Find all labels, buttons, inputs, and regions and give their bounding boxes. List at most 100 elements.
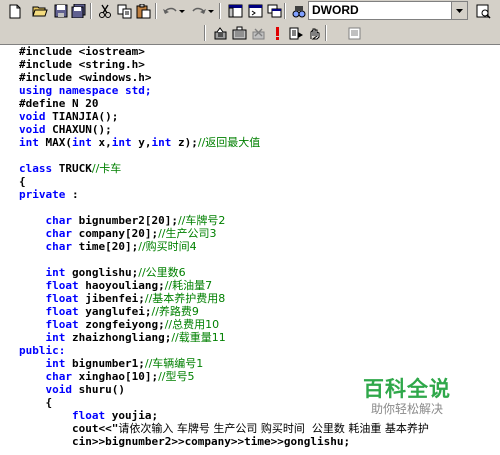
code-line[interactable]: float haoyouliang;//耗油量7 [19, 279, 429, 292]
code-line[interactable]: class TRUCK//卡车 [19, 162, 429, 175]
redo-icon[interactable] [189, 2, 215, 20]
code-text: #include <windows.h> [19, 71, 152, 84]
code-text: yanglufei; [78, 305, 152, 318]
code-line[interactable]: int zhaizhongliang;//载重量11 [19, 331, 429, 344]
code-line[interactable] [19, 149, 429, 162]
code-line[interactable]: void TIANJIA(); [19, 110, 429, 123]
code-comment: //车辆编号1 [144, 357, 204, 370]
code-text: #define N 20 [19, 97, 99, 110]
code-line[interactable]: int bignumber1;//车辆编号1 [19, 357, 429, 370]
code-line[interactable]: #include <windows.h> [19, 71, 429, 84]
undo-icon[interactable] [160, 2, 186, 20]
watermark-subtitle: 助你轻松解决 [371, 402, 444, 416]
code-line[interactable]: char time[20];//购买时间4 [19, 240, 429, 253]
code-line[interactable] [19, 253, 429, 266]
chevron-down-icon[interactable] [451, 2, 467, 19]
code-line[interactable]: int MAX(int x,int y,int z);//返回最大值 [19, 136, 429, 149]
code-line[interactable]: float yanglufei;//养路费9 [19, 305, 429, 318]
code-comment: //购买时间4 [138, 240, 197, 253]
code-text: bignumber1; [65, 357, 145, 370]
find-combo-box[interactable]: DWORD [308, 1, 468, 20]
code-line[interactable]: void CHAXUN(); [19, 123, 429, 136]
toolbar-separator [284, 3, 286, 19]
toolbar-area: DWORD [0, 0, 500, 45]
compile-icon[interactable] [211, 24, 229, 42]
code-line[interactable]: public: [19, 344, 429, 357]
open-folder-icon[interactable] [31, 2, 49, 20]
find-in-files-icon[interactable] [290, 2, 308, 20]
code-line[interactable]: float jibenfei;//基本养护费用8 [19, 292, 429, 305]
window-list-icon[interactable] [265, 2, 283, 20]
code-text: cin>>bignumber2>>company>>time>>gonglish… [19, 435, 351, 448]
code-text: z); [171, 136, 198, 149]
code-comment: //公里数6 [138, 266, 186, 279]
code-comment: //耗油量7 [164, 279, 213, 292]
code-text: haoyouliang; [78, 279, 165, 292]
code-line[interactable]: using namespace std; [19, 84, 429, 97]
code-line[interactable]: cin>>bignumber2>>company>>time>>gonglish… [19, 435, 429, 448]
code-keyword: char [45, 370, 73, 383]
code-keyword: char [45, 214, 73, 227]
cut-icon[interactable] [96, 2, 114, 20]
code-text: shuru() [72, 383, 125, 396]
code-comment: //生产公司3 [158, 227, 217, 240]
build-icon[interactable] [230, 24, 248, 42]
wizard-bar-icon[interactable] [345, 24, 363, 42]
code-line[interactable]: { [19, 175, 429, 188]
code-line[interactable]: char bignumber2[20];//车牌号2 [19, 214, 429, 227]
new-file-icon[interactable] [6, 2, 24, 20]
code-line[interactable]: cout<<"请依次输入 车牌号 生产公司 购买时间 公里数 耗油重 基本养护 [19, 422, 429, 435]
code-text: TRUCK [52, 162, 92, 175]
code-keyword: class [19, 162, 53, 175]
copy-icon[interactable] [115, 2, 133, 20]
code-keyword: void [19, 110, 46, 123]
breakpoint-icon[interactable] [305, 24, 323, 42]
code-text: CHAXUN(); [45, 123, 112, 136]
toolbar-separator [90, 3, 92, 19]
code-text: MAX( [38, 136, 72, 149]
code-line[interactable]: char company[20];//生产公司3 [19, 227, 429, 240]
code-text: : [65, 188, 79, 201]
code-text: zongfeiyong; [78, 318, 165, 331]
paste-icon[interactable] [134, 2, 152, 20]
code-keyword: int [45, 266, 66, 279]
execute-icon[interactable] [268, 24, 286, 42]
toolbar-separator [325, 25, 327, 41]
code-keyword: char [45, 227, 73, 240]
code-text: zhaizhongliang; [65, 331, 172, 344]
code-line[interactable]: int gonglishu;//公里数6 [19, 266, 429, 279]
code-keyword: float [71, 409, 106, 422]
code-keyword: int [19, 136, 39, 149]
code-comment: //总费用10 [164, 318, 220, 331]
go-icon[interactable] [287, 24, 305, 42]
workspace-icon[interactable] [226, 2, 244, 20]
code-line[interactable] [19, 201, 429, 214]
code-text: company[20]; [72, 227, 159, 240]
code-line[interactable]: private : [19, 188, 429, 201]
code-line[interactable]: #include <string.h> [19, 58, 429, 71]
output-icon[interactable] [246, 2, 264, 20]
code-line[interactable]: #define N 20 [19, 97, 429, 110]
save-all-icon[interactable] [70, 2, 88, 20]
code-comment: //载重量11 [171, 331, 226, 344]
code-line[interactable]: #include <iostream> [19, 45, 429, 58]
code-line[interactable]: float zongfeiyong;//总费用10 [19, 318, 429, 331]
stop-build-icon[interactable] [249, 24, 267, 42]
code-comment: //基本养护费用8 [144, 292, 226, 305]
build-toolbar [0, 22, 500, 44]
code-comment: //返回最大值 [197, 136, 261, 149]
code-comment: //车牌号2 [177, 214, 226, 227]
watermark: 百科全说 助你轻松解决 [363, 378, 493, 416]
find-icon[interactable] [474, 2, 492, 20]
save-icon[interactable] [52, 2, 70, 20]
code-keyword: char [45, 240, 73, 253]
code-keyword: public: [19, 344, 66, 357]
find-combo-value: DWORD [312, 3, 359, 17]
code-text: 请依次输入 车牌号 生产公司 购买时间 公里数 耗油重 基本养护 [118, 422, 429, 435]
code-keyword: using namespace std; [19, 84, 152, 97]
